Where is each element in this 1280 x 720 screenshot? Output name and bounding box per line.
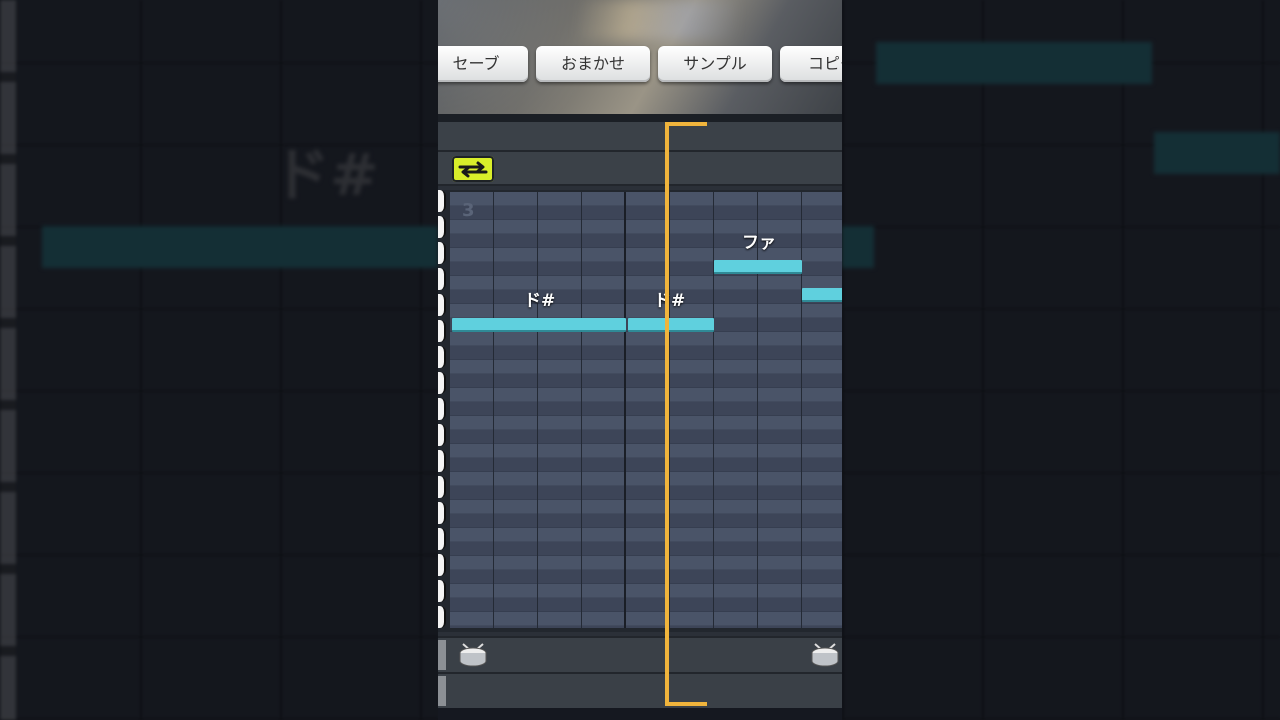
playhead[interactable] bbox=[665, 122, 669, 706]
piano-key[interactable] bbox=[438, 320, 446, 342]
piano-key[interactable] bbox=[438, 346, 446, 368]
piano-key[interactable] bbox=[438, 190, 446, 212]
note-label: ファ bbox=[742, 233, 776, 253]
copy-button-label: コピー bbox=[808, 54, 842, 73]
note-block[interactable] bbox=[802, 288, 842, 302]
header: セーブ おまかせ サンプル コピー bbox=[438, 0, 842, 114]
drum-key[interactable] bbox=[438, 676, 446, 706]
auto-button[interactable]: おまかせ bbox=[536, 46, 650, 82]
piano-key[interactable] bbox=[438, 580, 446, 602]
drum-track-2[interactable] bbox=[438, 672, 842, 708]
piano-key[interactable] bbox=[438, 372, 446, 394]
piano-key[interactable] bbox=[438, 216, 446, 238]
measure-number: 3 bbox=[462, 200, 475, 221]
note-label: ド# bbox=[524, 291, 556, 311]
playhead-top-flag[interactable] bbox=[665, 122, 707, 126]
piano-roll[interactable]: 3 ド# ド# ファ bbox=[438, 190, 842, 632]
measure-divider bbox=[624, 192, 626, 628]
piano-key[interactable] bbox=[438, 294, 446, 316]
music-editor-panel: セーブ おまかせ サンプル コピー bbox=[438, 0, 842, 720]
backdrop-left: ド# bbox=[0, 0, 438, 720]
note-block[interactable] bbox=[452, 318, 626, 332]
piano-key[interactable] bbox=[438, 528, 446, 550]
piano-key[interactable] bbox=[438, 424, 446, 446]
bottom-strip bbox=[438, 708, 842, 720]
save-button[interactable]: セーブ bbox=[438, 46, 528, 82]
piano-key[interactable] bbox=[438, 398, 446, 420]
copy-button[interactable]: コピー bbox=[780, 46, 842, 82]
piano-key[interactable] bbox=[438, 502, 446, 524]
piano-key[interactable] bbox=[438, 606, 446, 628]
timeline-ruler[interactable] bbox=[438, 122, 842, 152]
top-strip bbox=[438, 114, 842, 122]
piano-key[interactable] bbox=[438, 268, 446, 290]
piano-key[interactable] bbox=[438, 242, 446, 264]
piano-keys[interactable] bbox=[438, 190, 450, 632]
loop-icon bbox=[458, 161, 488, 178]
sample-button[interactable]: サンプル bbox=[658, 46, 772, 82]
piano-key[interactable] bbox=[438, 450, 446, 472]
note-block[interactable] bbox=[714, 260, 802, 274]
note-label: ド# bbox=[654, 291, 686, 311]
snare-drum-icon[interactable] bbox=[810, 642, 840, 668]
loop-button[interactable] bbox=[452, 156, 494, 182]
drum-key[interactable] bbox=[438, 640, 446, 670]
playhead-bottom-flag[interactable] bbox=[665, 702, 707, 706]
note-block[interactable] bbox=[628, 318, 714, 332]
loop-row bbox=[438, 152, 842, 186]
snare-drum-icon[interactable] bbox=[458, 642, 488, 668]
piano-key[interactable] bbox=[438, 554, 446, 576]
note-grid[interactable] bbox=[450, 192, 842, 628]
backdrop-right bbox=[842, 0, 1280, 720]
piano-key[interactable] bbox=[438, 476, 446, 498]
drum-track[interactable] bbox=[438, 636, 842, 672]
